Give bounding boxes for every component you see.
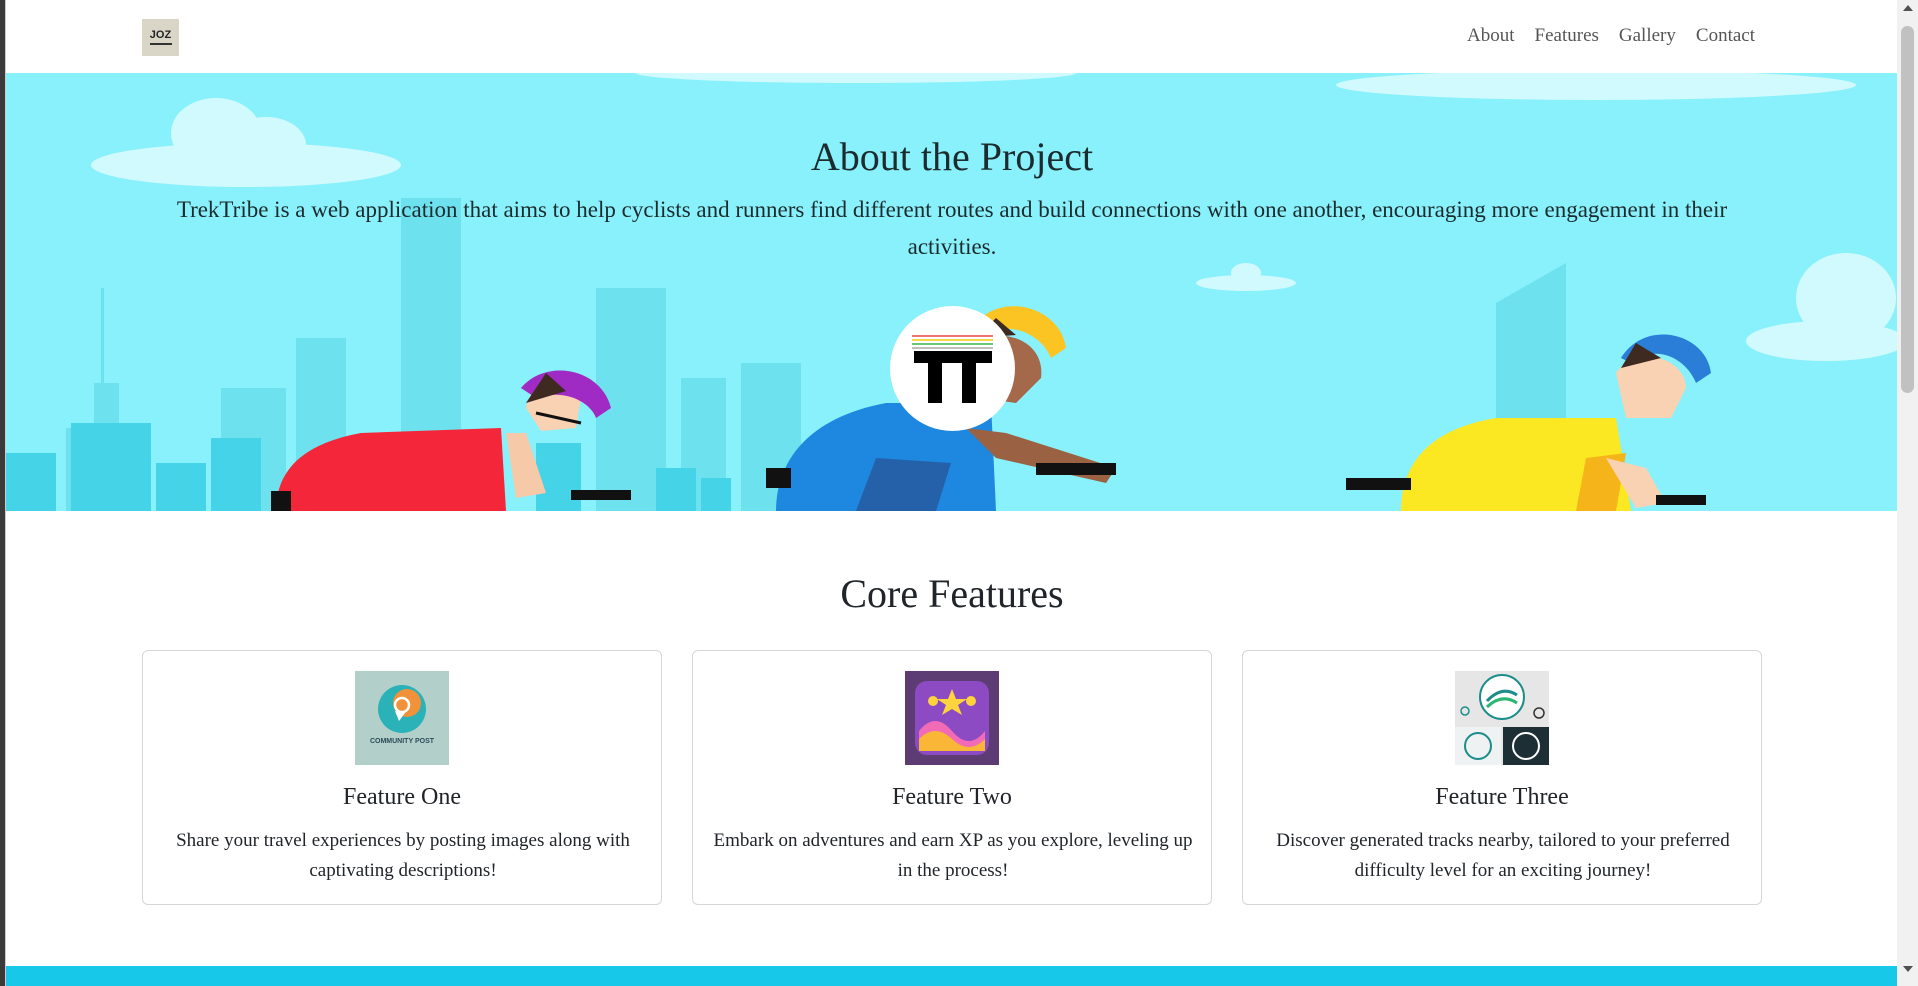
community-post-icon: COMMUNITY POST: [355, 671, 449, 765]
feature-one-text: Share your travel experiences by posting…: [176, 830, 630, 881]
vertical-scrollbar[interactable]: [1897, 0, 1918, 986]
next-section-strip: [6, 966, 1897, 986]
nav-link-gallery[interactable]: Gallery: [1619, 25, 1676, 47]
brand-logo-underline: [149, 43, 172, 45]
scrollbar-thumb[interactable]: [1901, 26, 1914, 393]
scroll-up-arrow-icon[interactable]: [1903, 5, 1913, 11]
feature-two-text: Embark on adventures and earn XP as you …: [713, 830, 1193, 881]
feature-three-text: Discover generated tracks nearby, tailor…: [1276, 830, 1730, 881]
feature-card-one: COMMUNITY POST Feature One Share your tr…: [142, 650, 662, 905]
nav-link-contact[interactable]: Contact: [1696, 25, 1755, 47]
feature-card-three: Feature Three Discover generated tracks …: [1242, 650, 1762, 905]
scroll-down-arrow-icon[interactable]: [1903, 966, 1913, 972]
brand-logo[interactable]: JOZ: [142, 19, 179, 56]
adventure-xp-icon: [905, 671, 999, 765]
hero-title: About the Project: [810, 134, 1094, 179]
tt-logo-icon: [912, 335, 993, 403]
nav-link-about[interactable]: About: [1467, 25, 1515, 47]
hero-section: About the Project TrekTribe is a web app…: [6, 73, 1897, 511]
feature-two-title: Feature Two: [892, 784, 1012, 810]
trektribe-logo: [890, 306, 1015, 431]
svg-text:COMMUNITY POST: COMMUNITY POST: [370, 738, 435, 745]
feature-card-two: Feature Two Embark on adventures and ear…: [692, 650, 1212, 905]
features-title: Core Features: [840, 571, 1064, 616]
hero-description: TrekTribe is a web application that aims…: [176, 197, 1728, 259]
feature-one-title: Feature One: [343, 784, 461, 810]
nav-link-features[interactable]: Features: [1535, 25, 1599, 47]
brand-logo-text: JOZ: [149, 29, 172, 41]
nav-links: About Features Gallery Contact: [1447, 25, 1755, 47]
navbar: JOZ About Features Gallery Contact: [6, 0, 1897, 73]
feature-three-title: Feature Three: [1435, 784, 1569, 810]
browser-viewport: JOZ About Features Gallery Contact About…: [5, 0, 1897, 986]
track-generator-icon: [1455, 671, 1549, 765]
